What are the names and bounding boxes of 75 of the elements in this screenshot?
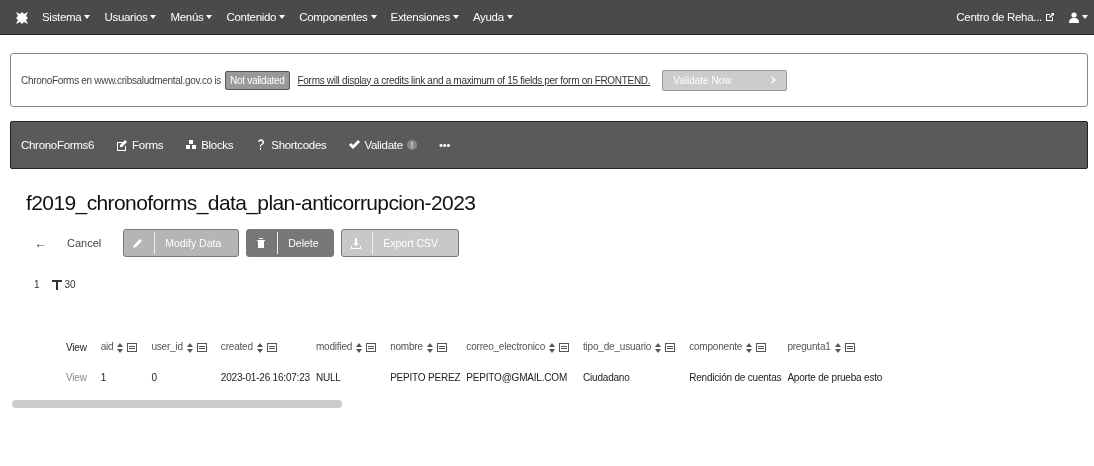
trash-icon <box>255 237 268 249</box>
user-icon <box>1069 11 1079 23</box>
brand-link[interactable]: ChronoForms6 <box>21 139 95 151</box>
column-header[interactable]: componente <box>689 332 788 362</box>
table-cell: 0 <box>151 362 221 392</box>
column-header[interactable]: nombre <box>390 332 467 362</box>
blocks-icon <box>185 139 198 151</box>
caret-icon <box>206 15 213 19</box>
table-cell: 1 <box>100 362 152 392</box>
column-menu-icon <box>127 343 138 353</box>
menu-item[interactable]: Menús <box>170 11 213 23</box>
table-cell: PEPITO@GMAIL.COM <box>466 362 583 392</box>
menu-item[interactable]: Extensiones <box>390 11 459 23</box>
logo-link[interactable] <box>14 10 28 24</box>
view-link[interactable]: View <box>66 362 101 392</box>
external-link-icon <box>1045 12 1055 22</box>
column-menu-icon <box>196 343 207 353</box>
caret-icon <box>279 15 286 19</box>
star-logo-icon <box>14 10 28 24</box>
caret-icon <box>370 15 377 19</box>
column-menu-icon <box>436 343 447 353</box>
table-cell-text: PEPITO PEREZ <box>390 370 462 385</box>
status-badge: Not validated <box>225 70 290 90</box>
nav-link[interactable]: Forms <box>116 139 164 151</box>
alert-badge: ! <box>406 140 417 150</box>
nav-link[interactable]: Shortcodes <box>255 139 327 151</box>
download-icon <box>350 237 363 249</box>
filter-icon <box>51 279 62 290</box>
column-menu-icon <box>756 343 767 353</box>
checkmark-icon <box>348 139 361 151</box>
column-header[interactable]: pregunta1 <box>787 332 889 362</box>
column-menu-icon <box>559 343 569 353</box>
chevron-right-icon <box>771 76 777 84</box>
cancel-link[interactable]: Cancel <box>67 237 102 249</box>
more-link[interactable]: ••• <box>438 139 451 151</box>
site-link[interactable]: Centro de Reha... <box>956 11 1055 23</box>
edit-icon <box>116 139 129 151</box>
caret-icon <box>452 15 459 19</box>
page-title: f2019_chronoforms_data_plan-anticorrupcion-2023 <box>26 191 477 215</box>
horizontal-scrollbar[interactable] <box>12 400 342 408</box>
page-link[interactable]: 1 <box>34 279 40 290</box>
menu-item[interactable]: Usuarios <box>104 11 157 23</box>
column-menu-icon <box>266 343 277 353</box>
column-header[interactable]: user_id <box>151 332 221 362</box>
column-header[interactable]: created <box>220 332 316 362</box>
menu-item[interactable]: Contenido <box>226 11 286 23</box>
menu-item[interactable]: Ayuda <box>472 11 513 23</box>
table-cell: Rendición de cuentas <box>689 362 788 392</box>
caret-icon <box>1082 15 1088 19</box>
pencil-icon <box>132 237 145 249</box>
column-header[interactable]: correo_electronico <box>466 332 583 362</box>
column-header[interactable]: aid <box>100 332 152 362</box>
nav-link[interactable]: Validate ! <box>348 139 417 151</box>
column-header[interactable]: modified <box>315 332 391 362</box>
user-menu[interactable] <box>1069 11 1088 23</box>
column-menu-icon <box>366 343 377 353</box>
notice-link[interactable]: Forms will display a credits link and a maximum of 15 fields per form on FRONTEND. <box>297 74 651 86</box>
back-link[interactable]: ← <box>34 235 47 251</box>
notice-text: ChronoForms en www.cribsaludmental.gov.co is <box>21 74 222 86</box>
column-header[interactable]: tipo_de_usuario <box>583 332 690 362</box>
delete-button[interactable]: Delete <box>246 229 335 257</box>
menu-item[interactable]: Sistema <box>42 11 91 23</box>
table-cell-text: Ciudadano <box>583 370 631 385</box>
column-header: View <box>66 332 101 362</box>
caret-icon <box>150 15 157 19</box>
table-cell-text: NULL <box>315 370 342 385</box>
caret-icon <box>506 15 513 19</box>
table-cell: 2023-01-26 16:07:23 <box>220 362 316 392</box>
caret-icon <box>84 15 91 19</box>
limit-selector[interactable]: 30 <box>51 279 76 290</box>
column-menu-icon <box>665 343 676 353</box>
table-cell-text: Aporte de prueba esto <box>787 370 884 385</box>
column-menu-icon <box>844 343 855 353</box>
nav-link[interactable]: Blocks <box>185 139 234 151</box>
menu-item[interactable]: Componentes <box>299 11 377 23</box>
